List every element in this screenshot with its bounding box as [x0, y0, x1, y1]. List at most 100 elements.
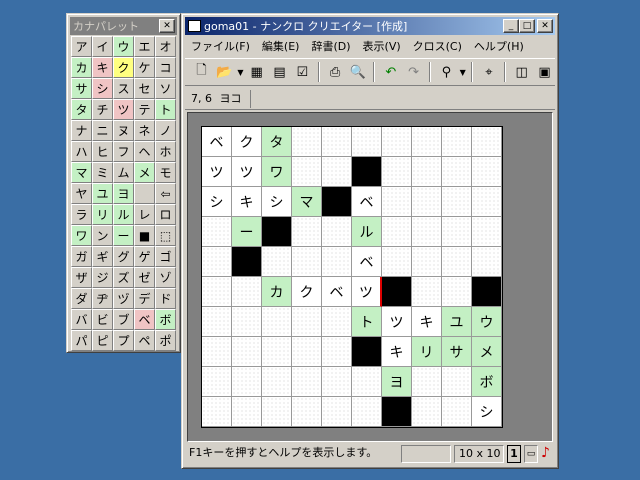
grid-cell[interactable] — [412, 397, 442, 427]
grid-cell[interactable] — [352, 397, 382, 427]
palette-key[interactable]: ル — [113, 204, 134, 225]
palette-key[interactable]: ノ — [155, 120, 176, 141]
palette-key[interactable]: ワ — [71, 225, 92, 246]
palette-titlebar[interactable]: カナパレット ✕ — [70, 17, 177, 35]
grid-cell[interactable] — [292, 337, 322, 367]
grid-cell[interactable]: ツ — [202, 157, 232, 187]
palette-key[interactable]: ゲ — [134, 246, 155, 267]
grid-cell[interactable] — [292, 367, 322, 397]
palette-key[interactable]: ジ — [92, 267, 113, 288]
palette-close-button[interactable]: ✕ — [159, 19, 175, 33]
grid-cell[interactable]: シ — [472, 397, 502, 427]
grid-cell[interactable] — [412, 277, 442, 307]
grid-cell[interactable]: ー — [232, 217, 262, 247]
menu-item[interactable]: 表示(V) — [357, 38, 407, 54]
grid-cell[interactable] — [202, 337, 232, 367]
grid-cell[interactable] — [292, 247, 322, 277]
dropdown-arrow-icon[interactable]: ▼ — [459, 61, 467, 83]
menu-item[interactable]: ヘルプ(H) — [468, 38, 530, 54]
puzzle-icon[interactable]: ▣ — [534, 61, 555, 83]
grid-cell[interactable] — [232, 337, 262, 367]
palette-key[interactable]: ユ — [92, 183, 113, 204]
grid-cell[interactable]: ツ — [382, 307, 412, 337]
grid-cell[interactable]: ベ — [352, 247, 382, 277]
menu-item[interactable]: 辞書(D) — [305, 38, 356, 54]
palette-key[interactable]: グ — [113, 246, 134, 267]
find-icon[interactable]: ⚲ — [436, 61, 457, 83]
save-icon[interactable]: ▦ — [246, 61, 267, 83]
grid-cell[interactable]: キ — [382, 337, 412, 367]
grid-cell[interactable]: ル — [352, 217, 382, 247]
grid-cell[interactable] — [352, 127, 382, 157]
palette-key[interactable]: ハ — [71, 141, 92, 162]
palette-key[interactable] — [134, 183, 155, 204]
grid-cell[interactable] — [322, 217, 352, 247]
grid-cell[interactable] — [262, 307, 292, 337]
palette-key[interactable]: マ — [71, 162, 92, 183]
grid-cell[interactable] — [442, 217, 472, 247]
palette-key[interactable]: プ — [113, 330, 134, 351]
close-button[interactable]: ✕ — [537, 19, 553, 33]
palette-key[interactable]: ネ — [134, 120, 155, 141]
palette-key[interactable]: リ — [92, 204, 113, 225]
palette-key[interactable]: チ — [92, 99, 113, 120]
palette-key[interactable]: バ — [71, 309, 92, 330]
black-cell[interactable] — [352, 157, 382, 187]
palette-key[interactable]: パ — [71, 330, 92, 351]
palette-key[interactable]: ス — [113, 78, 134, 99]
grid-cell[interactable] — [202, 247, 232, 277]
palette-key[interactable]: ■ — [134, 225, 155, 246]
block-icon[interactable]: ◫ — [511, 61, 532, 83]
palette-key[interactable]: デ — [134, 288, 155, 309]
palette-key[interactable]: ホ — [155, 141, 176, 162]
maximize-button[interactable]: □ — [519, 19, 535, 33]
grid-cell[interactable] — [292, 157, 322, 187]
palette-key[interactable]: タ — [71, 99, 92, 120]
grid-cell[interactable]: ベ — [202, 127, 232, 157]
palette-key[interactable]: モ — [155, 162, 176, 183]
grid-cell[interactable] — [352, 367, 382, 397]
grid-cell[interactable] — [442, 187, 472, 217]
palette-key[interactable]: ソ — [155, 78, 176, 99]
new-file-icon[interactable]: 🗋 — [191, 61, 212, 83]
menu-item[interactable]: 編集(E) — [256, 38, 306, 54]
grid-cell[interactable]: リ — [412, 337, 442, 367]
grid-cell[interactable]: カ — [262, 277, 292, 307]
help-pointer-icon[interactable]: ⌖ — [478, 61, 499, 83]
black-cell[interactable] — [382, 397, 412, 427]
palette-key[interactable]: ゴ — [155, 246, 176, 267]
grid-cell[interactable] — [322, 247, 352, 277]
grid-cell[interactable]: ボ — [472, 367, 502, 397]
print-icon[interactable]: ⎙ — [325, 61, 346, 83]
minimize-button[interactable]: _ — [503, 19, 519, 33]
palette-key[interactable]: ブ — [113, 309, 134, 330]
palette-key[interactable]: ヌ — [113, 120, 134, 141]
palette-key[interactable]: ミ — [92, 162, 113, 183]
grid-cell[interactable] — [412, 157, 442, 187]
grid-cell[interactable] — [292, 307, 322, 337]
grid-cell[interactable] — [202, 307, 232, 337]
palette-key[interactable]: ベ — [134, 309, 155, 330]
grid-cell[interactable] — [472, 217, 502, 247]
grid-cell[interactable]: シ — [262, 187, 292, 217]
black-cell[interactable] — [472, 277, 502, 307]
palette-key[interactable]: サ — [71, 78, 92, 99]
palette-key[interactable]: ド — [155, 288, 176, 309]
music-note-icon[interactable]: ♪ — [541, 445, 555, 463]
grid-cell[interactable]: ツ — [352, 277, 382, 307]
palette-key[interactable]: ヅ — [113, 288, 134, 309]
palette-key[interactable]: ダ — [71, 288, 92, 309]
crossword-grid[interactable]: ベクタツツワシキシマベールベカクベツトツキユウキリサメヨボシ — [201, 126, 503, 428]
palette-key[interactable]: ヨ — [113, 183, 134, 204]
palette-key[interactable]: ⇦ — [155, 183, 176, 204]
print-preview-icon[interactable]: 🔍 — [348, 61, 369, 83]
grid-cell[interactable] — [262, 397, 292, 427]
palette-key[interactable]: ヤ — [71, 183, 92, 204]
grid-cell[interactable] — [232, 307, 262, 337]
palette-key[interactable]: ア — [71, 36, 92, 57]
grid-cell[interactable] — [322, 397, 352, 427]
palette-key[interactable]: ザ — [71, 267, 92, 288]
black-cell[interactable] — [352, 337, 382, 367]
grid-cell[interactable]: キ — [412, 307, 442, 337]
grid-cell[interactable] — [202, 217, 232, 247]
